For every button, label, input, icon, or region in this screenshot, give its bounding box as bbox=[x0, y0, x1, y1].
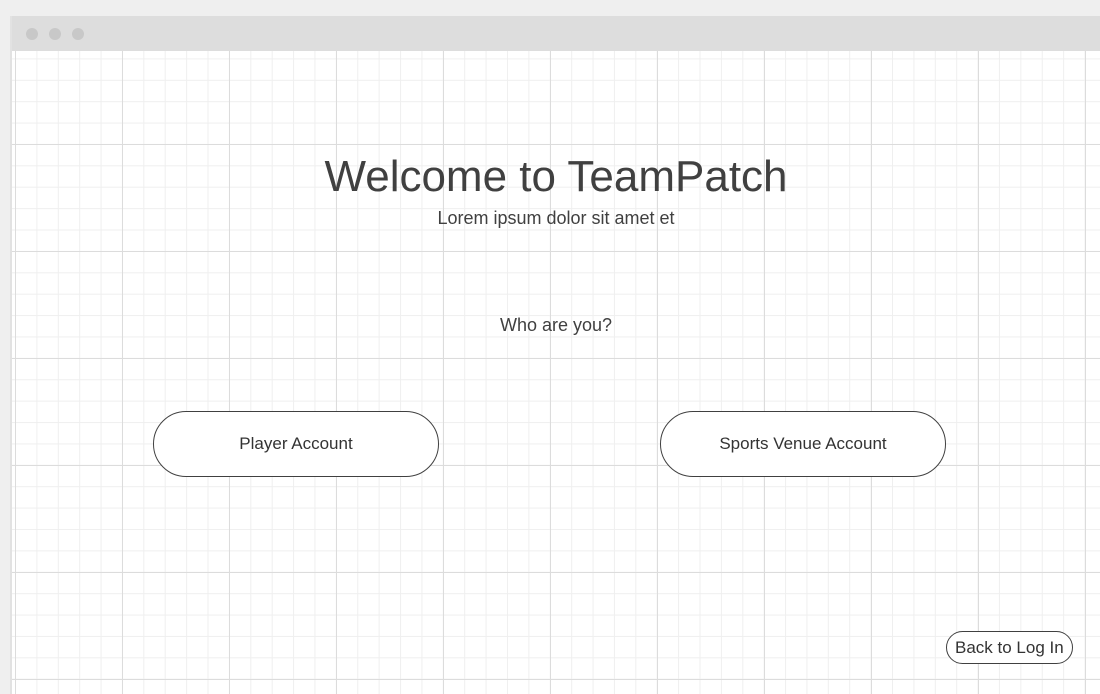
close-dot-icon[interactable] bbox=[26, 28, 38, 40]
page-title: Welcome to TeamPatch bbox=[324, 152, 788, 201]
minimize-dot-icon[interactable] bbox=[49, 28, 61, 40]
page-subtitle: Lorem ipsum dolor sit amet et bbox=[437, 208, 675, 228]
page: Welcome to TeamPatch Lorem ipsum dolor s… bbox=[0, 0, 1100, 694]
back-to-login-button[interactable]: Back to Log In bbox=[946, 631, 1073, 664]
window-titlebar bbox=[12, 16, 1100, 51]
content-canvas: Welcome to TeamPatch Lorem ipsum dolor s… bbox=[12, 51, 1100, 694]
sports-venue-account-button[interactable]: Sports Venue Account bbox=[660, 411, 946, 477]
account-type-question: Who are you? bbox=[499, 315, 613, 335]
maximize-dot-icon[interactable] bbox=[72, 28, 84, 40]
player-account-button[interactable]: Player Account bbox=[153, 411, 439, 477]
browser-window: Welcome to TeamPatch Lorem ipsum dolor s… bbox=[10, 16, 1100, 694]
